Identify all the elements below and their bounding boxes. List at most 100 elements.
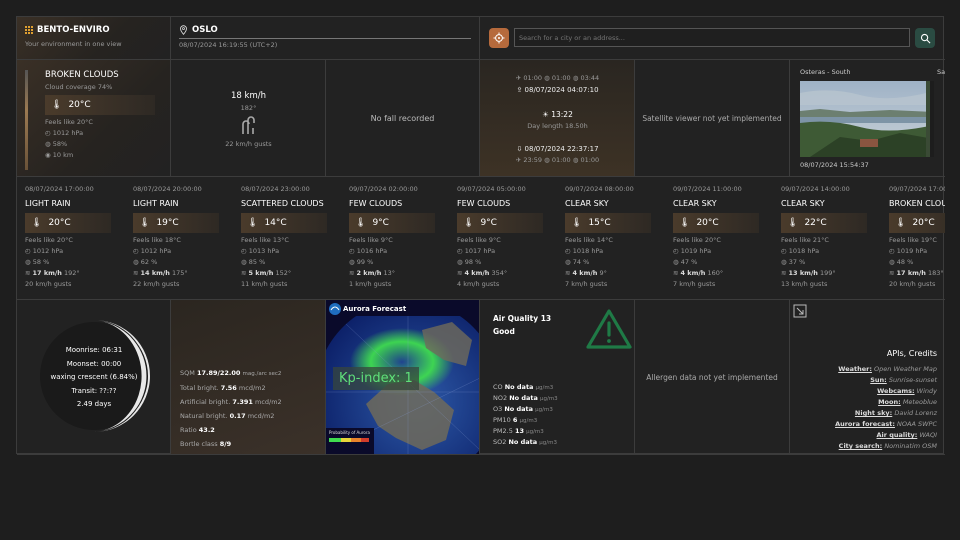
credit-key[interactable]: Aurora forecast: [835, 420, 895, 428]
pollutant-row: CO No data µg/m3 [493, 382, 558, 393]
credit-item[interactable]: City search: Nominatim OSM [797, 442, 937, 450]
pollutant-unit: µg/m3 [535, 407, 553, 413]
credit-key[interactable]: Air quality: [877, 431, 918, 439]
credit-key[interactable]: Webcams: [877, 387, 914, 395]
crosshair-icon [493, 32, 505, 44]
gauge-icon: ◴ [889, 247, 897, 255]
credit-item[interactable]: Weather: Open Weather Map [797, 365, 937, 373]
fall-panel: No fall recorded [326, 60, 480, 177]
thermometer-icon: 🌡 [463, 218, 475, 228]
forecast-humidity: 85 % [248, 258, 266, 266]
forecast-wind-direction: 160° [707, 269, 724, 277]
forecast-temp-bar: 🌡 20°C [25, 213, 111, 233]
app-tagline: Your environment in one view [25, 40, 122, 48]
gauge-icon: ◴ [781, 247, 789, 255]
forecast-card: 09/07/2024 11:00:00 CLEAR SKY 🌡 20°C Feel… [665, 177, 773, 296]
credit-key[interactable]: City search: [839, 442, 883, 450]
credit-source: Meteoblue [902, 398, 937, 406]
credit-item[interactable]: Aurora forecast: NOAA SWPC [797, 420, 937, 428]
grid-logo-icon [25, 26, 33, 34]
city-underline [179, 38, 471, 39]
current-visibility: 10 km [52, 151, 74, 159]
forecast-condition: LIGHT RAIN [25, 199, 71, 208]
humidity-icon: ◍ [889, 258, 897, 266]
current-pressure: 1012 hPa [52, 129, 84, 137]
satellite-panel: Satellite viewer not yet implemented [635, 60, 790, 177]
pollutant-name: O3 [493, 405, 503, 413]
forecast-date: 09/07/2024 05:00:00 [457, 185, 526, 193]
forecast-wind-direction: 183° [928, 269, 944, 277]
total-brightness-row: Total bright. 7.56 mcd/m2 [180, 384, 266, 392]
credit-key[interactable]: Weather: [838, 365, 872, 373]
forecast-wind-speed: 4 km/h [464, 269, 490, 277]
day-length: Day length 18.50h [527, 122, 588, 130]
current-feels-like: Feels like 20°C [45, 118, 93, 126]
forecast-feels-like: Feels like 19°C [889, 236, 937, 244]
webcam-title-next: Sa [937, 68, 945, 76]
pollutant-row: PM10 6 µg/m3 [493, 415, 558, 426]
humidity-icon: ◍ [457, 258, 465, 266]
search-input[interactable] [514, 28, 910, 47]
forecast-temp-bar: 🌡 19°C [133, 213, 219, 233]
wind-icon: ≋ [241, 269, 249, 277]
moonset: Moonset: 00:00 [66, 359, 122, 368]
forecast-humidity: 58 % [32, 258, 50, 266]
pollutant-name: NO2 [493, 394, 508, 402]
wind-icon: ≋ [457, 269, 465, 277]
night-sky-panel: SQM 17.89/22.00 mag./arc sec2 Total brig… [171, 300, 326, 455]
credit-key[interactable]: Sun: [870, 376, 887, 384]
forecast-card: 08/07/2024 17:00:00 LIGHT RAIN 🌡 20°C Fee… [17, 177, 125, 296]
webcam-image[interactable] [800, 81, 934, 157]
credit-key[interactable]: Moon: [878, 398, 901, 406]
fall-status: No fall recorded [370, 113, 435, 123]
forecast-pressure: 1012 hPa [140, 247, 172, 255]
external-link-icon[interactable] [793, 304, 807, 318]
forecast-wind-speed: 17 km/h [896, 269, 926, 277]
forecast-wind-speed: 4 km/h [680, 269, 706, 277]
wind-icon: ≋ [25, 269, 33, 277]
credit-key[interactable]: Night sky: [855, 409, 892, 417]
credit-item[interactable]: Webcams: Windy [797, 387, 937, 395]
forecast-temp-bar: 🌡 20°C [673, 213, 759, 233]
forecast-temp-bar: 🌡 20°C [889, 213, 945, 233]
forecast-temp: 9°C [372, 218, 389, 228]
aurora-panel[interactable]: Aurora Forecast Probability of Aurora Kp… [326, 300, 480, 455]
credit-item[interactable]: Air quality: WAQI [797, 431, 937, 439]
forecast-date: 08/07/2024 20:00:00 [133, 185, 202, 193]
sunset-icon: ⇩ [516, 145, 525, 153]
forecast-temp: 20°C [696, 218, 719, 228]
locate-button[interactable] [489, 28, 509, 48]
pollutant-unit: µg/m3 [539, 440, 557, 446]
forecast-pressure: 1013 hPa [248, 247, 280, 255]
forecast-pressure: 1017 hPa [464, 247, 496, 255]
sqm-row: SQM 17.89/22.00 mag./arc sec2 [180, 369, 282, 377]
search-button[interactable] [915, 28, 935, 48]
forecast-feels-like: Feels like 9°C [457, 236, 501, 244]
humidity-icon: ◍ [673, 258, 681, 266]
forecast-wind-direction: 175° [172, 269, 188, 277]
webcam-panel[interactable]: Osteras - South Sa 08/07/2024 15:54:37 [790, 60, 945, 177]
forecast-date: 09/07/2024 11:00:00 [673, 185, 742, 193]
air-quality-status: Good [493, 327, 515, 336]
air-quality-title: Air Quality 13 [493, 314, 552, 323]
credit-item[interactable]: Night sky: David Lorenz [797, 409, 937, 417]
pollutant-value: 6 [512, 416, 518, 424]
pollutant-name: CO [493, 383, 503, 391]
gauge-icon: ◴ [349, 247, 357, 255]
credit-item[interactable]: Sun: Sunrise-sunset [797, 376, 937, 384]
credits-title: APIs, Credits [886, 349, 937, 358]
artificial-brightness-row: Artificial bright. 7.391 mcd/m2 [180, 398, 282, 406]
thermometer-icon: 🌡 [571, 218, 583, 228]
forecast-date: 08/07/2024 17:00:00 [25, 185, 94, 193]
humidity-icon: ◍ [241, 258, 249, 266]
gauge-icon: ◴ [241, 247, 249, 255]
credit-item[interactable]: Moon: Meteoblue [797, 398, 937, 406]
humidity-icon: ◍ [25, 258, 33, 266]
forecast-temp-bar: 🌡 14°C [241, 213, 327, 233]
forecast-gusts: 7 km/h gusts [565, 280, 608, 288]
wind-panel: 18 km/h 182° 22 km/h gusts [171, 60, 326, 177]
forecast-pressure: 1012 hPa [32, 247, 64, 255]
credit-source: Nominatim OSM [884, 442, 937, 450]
forecast-feels-like: Feels like 20°C [673, 236, 721, 244]
allergen-status: Allergen data not yet implemented [646, 372, 778, 382]
